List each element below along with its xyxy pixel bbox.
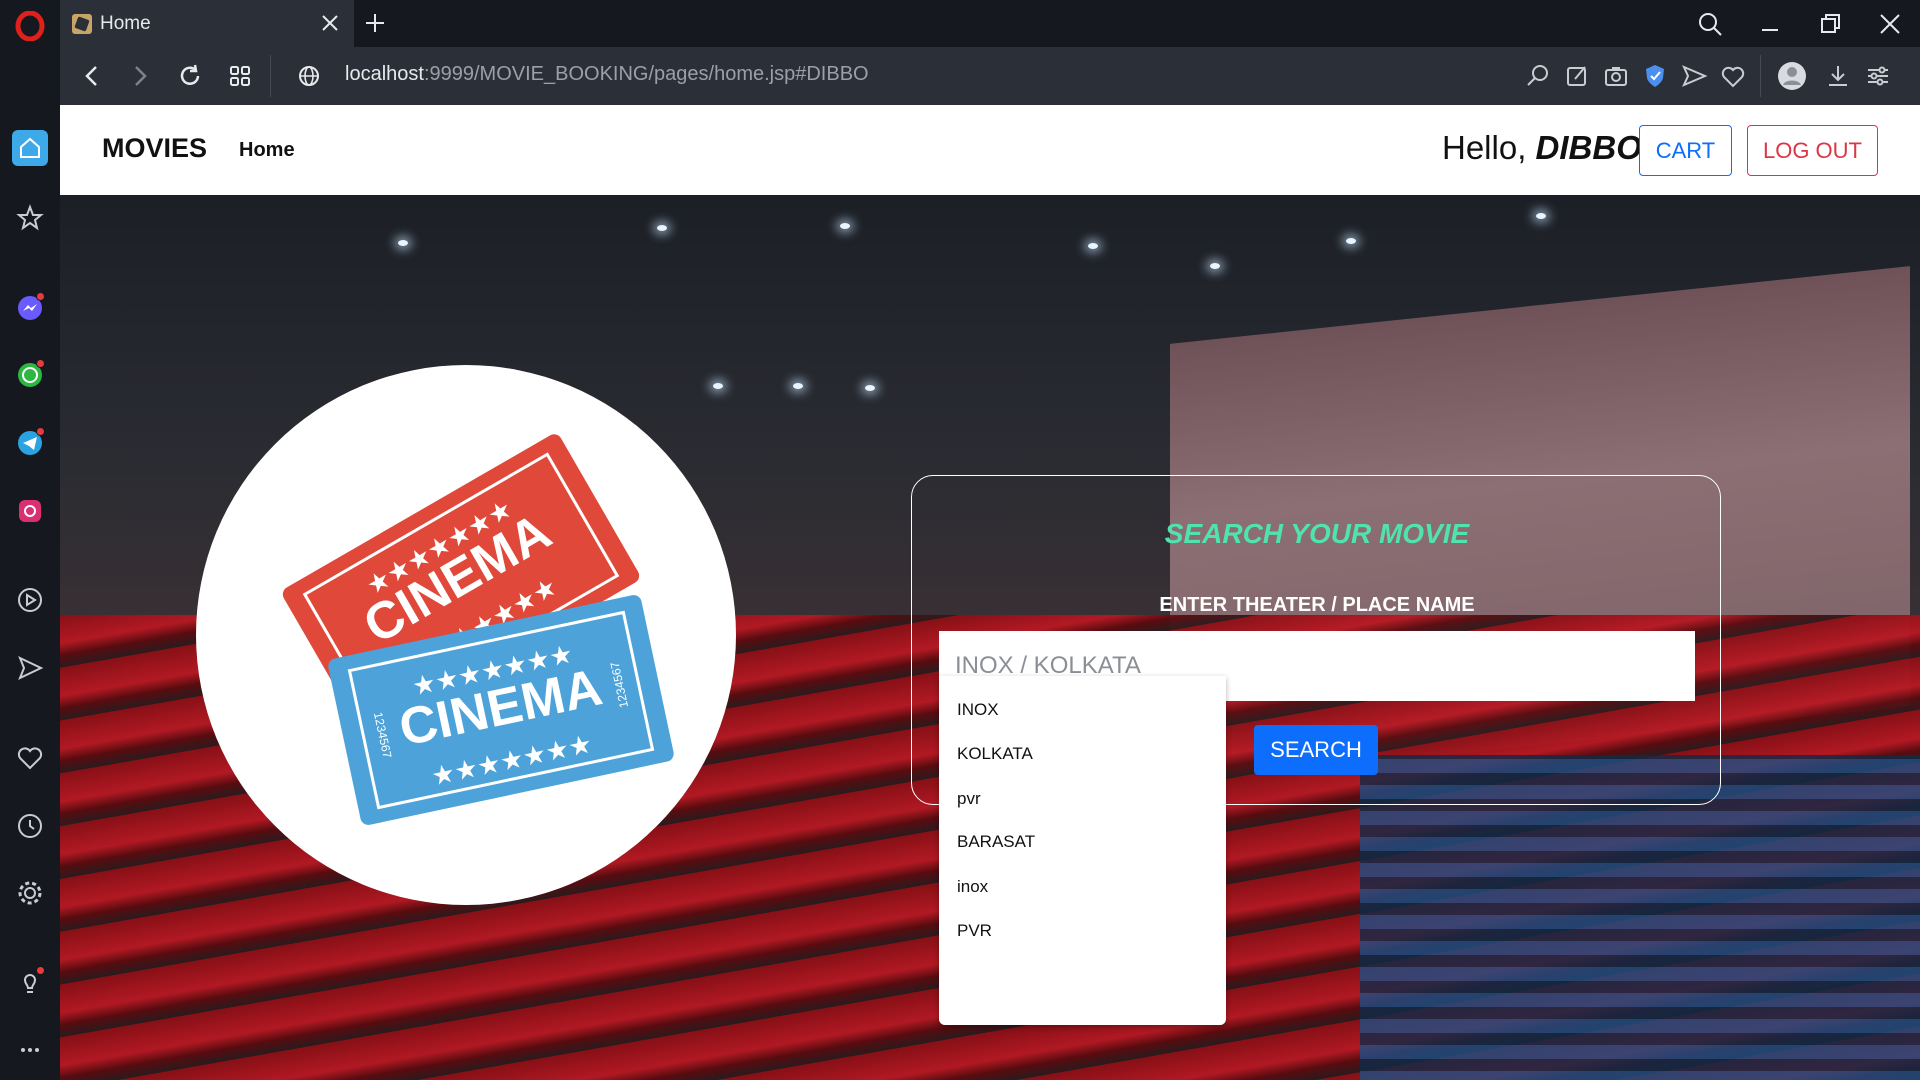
toolbar-separator	[1760, 55, 1761, 97]
ceiling-light	[865, 385, 875, 391]
forward-icon[interactable]	[126, 62, 154, 90]
close-window-icon[interactable]	[1876, 10, 1904, 38]
tab-title: Home	[100, 12, 151, 34]
minimize-icon[interactable]	[1756, 10, 1784, 38]
heart-icon[interactable]	[10, 738, 50, 778]
easy-setup-icon[interactable]	[1864, 62, 1892, 90]
search-title: SEARCH YOUR MOVIE	[1164, 518, 1470, 549]
reload-icon[interactable]	[176, 62, 204, 90]
star-icon[interactable]	[10, 198, 50, 238]
more-icon[interactable]	[10, 1030, 50, 1070]
close-icon[interactable]	[318, 11, 342, 35]
messenger-icon[interactable]	[10, 288, 50, 328]
camera-icon[interactable]	[1602, 62, 1630, 90]
suggestion-item[interactable]: KOLKATA	[957, 744, 1033, 764]
search-label: ENTER THEATER / PLACE NAME	[1159, 594, 1475, 616]
user-greeting: Hello, DIBBO	[1442, 129, 1642, 167]
logout-button[interactable]: LOG OUT	[1747, 125, 1878, 176]
url-host: localhost	[345, 63, 424, 85]
suggestion-item[interactable]: inox	[957, 877, 988, 897]
opera-logo-icon[interactable]	[10, 6, 50, 46]
ceiling-light	[840, 223, 850, 229]
nav-link-home[interactable]: Home	[239, 139, 295, 162]
ceiling-light	[657, 225, 667, 231]
suggestion-item[interactable]: INOX	[957, 700, 999, 720]
history-icon[interactable]	[10, 806, 50, 846]
zoom-search-icon[interactable]	[1524, 62, 1552, 90]
shield-icon[interactable]	[1641, 62, 1669, 90]
send-flow-icon[interactable]	[1680, 62, 1708, 90]
address-bar: localhost:9999/MOVIE_BOOKING/pages/home.…	[60, 47, 1920, 105]
bookmark-heart-icon[interactable]	[1719, 62, 1747, 90]
web-page: MOVIES Home Hello, DIBBO CART LOG OUT CI…	[60, 105, 1920, 1080]
suggestion-item[interactable]: pvr	[957, 789, 981, 809]
suggestion-item[interactable]: BARASAT	[957, 832, 1035, 852]
back-icon[interactable]	[78, 62, 106, 90]
home-icon[interactable]	[12, 130, 48, 166]
send-icon[interactable]	[10, 648, 50, 688]
edit-icon[interactable]	[1563, 62, 1591, 90]
lightbulb-icon[interactable]	[10, 962, 50, 1002]
suggestion-item[interactable]: PVR	[957, 921, 992, 941]
username: DIBBO	[1535, 129, 1642, 166]
toolbar-separator	[270, 55, 271, 97]
url-field[interactable]: localhost:9999/MOVIE_BOOKING/pages/home.…	[345, 63, 869, 86]
whatsapp-icon[interactable]	[10, 355, 50, 395]
instagram-icon[interactable]	[10, 491, 50, 531]
url-path: :9999/MOVIE_BOOKING/pages/home.jsp#DIBBO	[423, 63, 869, 85]
greeting-text: Hello,	[1442, 129, 1527, 166]
profile-icon[interactable]	[1776, 60, 1808, 92]
ceiling-light	[793, 383, 803, 389]
speed-dial-icon[interactable]	[226, 62, 254, 90]
tab-home[interactable]: Home	[60, 0, 354, 47]
ceiling-light	[1210, 263, 1220, 269]
telegram-icon[interactable]	[10, 423, 50, 463]
search-button[interactable]: SEARCH	[1254, 725, 1378, 775]
tab-bar: Home	[60, 0, 1920, 47]
cinema-logo: CINEMA ★★★★★★★ ★★★★★★★ CINEMA ★★★★★★★ ★★…	[196, 365, 736, 905]
brand-title[interactable]: MOVIES	[102, 133, 207, 164]
cart-button[interactable]: CART	[1639, 125, 1732, 176]
ceiling-light	[1346, 238, 1356, 244]
restore-icon[interactable]	[1816, 10, 1844, 38]
favicon-icon	[72, 13, 92, 34]
search-tabs-icon[interactable]	[1696, 10, 1724, 38]
cinema-tickets-icon: CINEMA ★★★★★★★ ★★★★★★★ CINEMA ★★★★★★★ ★★…	[282, 434, 674, 825]
autocomplete-dropdown: INOX KOLKATA pvr BARASAT inox PVR	[939, 676, 1226, 1025]
player-icon[interactable]	[10, 580, 50, 620]
download-icon[interactable]	[1824, 62, 1852, 90]
settings-icon[interactable]	[10, 873, 50, 913]
browser-sidebar	[0, 0, 60, 1080]
ceiling-light	[1088, 243, 1098, 249]
ceiling-light	[1536, 213, 1546, 219]
globe-icon[interactable]	[295, 62, 323, 90]
new-tab-icon[interactable]	[362, 10, 388, 36]
site-navbar: MOVIES Home Hello, DIBBO CART LOG OUT	[60, 105, 1920, 195]
ceiling-light	[398, 240, 408, 246]
